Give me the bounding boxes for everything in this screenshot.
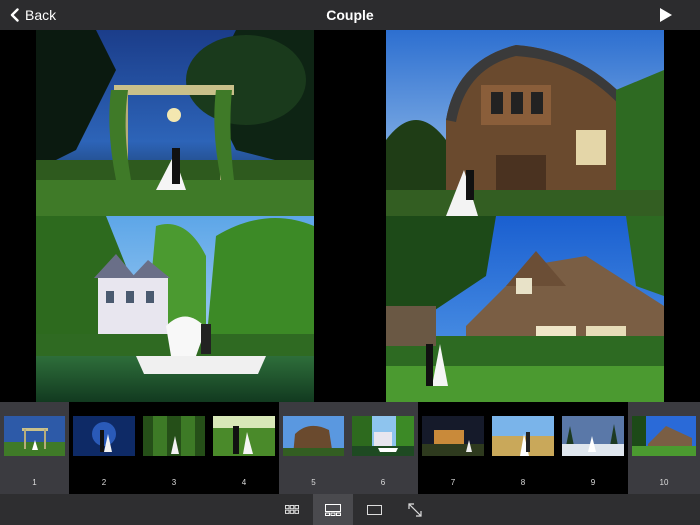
thumbnail-number: 8: [520, 478, 526, 487]
photo-cottage[interactable]: [386, 216, 664, 402]
thumbnail-number: 6: [380, 478, 386, 487]
single-view-icon: [366, 504, 382, 515]
single-view-button[interactable]: [354, 494, 394, 525]
thumbnail-5[interactable]: 5: [279, 402, 348, 494]
thumbnail-3[interactable]: 3: [139, 402, 209, 494]
thumbnail-number: 2: [101, 478, 107, 487]
thumbnail-image: [73, 416, 135, 456]
expand-icon: [408, 502, 422, 517]
back-label: Back: [25, 7, 57, 23]
chevron-left-icon: [10, 8, 19, 22]
thumbnail-8[interactable]: 8: [488, 402, 558, 494]
thumbnail-number: 4: [241, 478, 247, 487]
thumbnail-number: 5: [311, 478, 316, 487]
thumbnail-number: 3: [171, 478, 177, 487]
thumbnail-2[interactable]: 2: [69, 402, 139, 494]
thumbnail-image: [562, 416, 624, 456]
thumbnail-4[interactable]: 4: [209, 402, 279, 494]
fullscreen-button[interactable]: [395, 494, 435, 525]
play-icon[interactable]: [658, 7, 674, 23]
thumbnail-number: 7: [450, 478, 456, 487]
thumbnail-image: [283, 416, 344, 456]
thumbnail-image: [492, 416, 554, 456]
album-spread: [0, 30, 700, 402]
photo-garden-arbor[interactable]: [36, 30, 314, 216]
thumbnail-strip[interactable]: 1 2 3 4 5 6 7 8 9 10: [0, 402, 700, 494]
thumbnail-image: [143, 416, 205, 456]
page-title: Couple: [326, 7, 374, 23]
photo-lake-boat[interactable]: [36, 216, 314, 402]
thumbnail-6[interactable]: 6: [348, 402, 418, 494]
thumbnail-image: [632, 416, 696, 456]
thumbnail-image: [213, 416, 275, 456]
thumbnail-image: [4, 416, 65, 456]
thumbnail-number: 1: [32, 478, 37, 487]
grid-view-button[interactable]: [272, 494, 312, 525]
spread-view-button[interactable]: [313, 494, 353, 525]
thumbnail-1[interactable]: 1: [0, 402, 69, 494]
thumbnail-7[interactable]: 7: [418, 402, 488, 494]
bottom-toolbar: [0, 494, 700, 525]
spread-view-icon: [325, 503, 341, 516]
photo-barn[interactable]: [386, 30, 664, 216]
top-bar: Back Couple: [0, 0, 700, 30]
thumbnail-image: [422, 416, 484, 456]
grid-icon: [285, 505, 299, 514]
thumbnail-number: 10: [659, 478, 669, 487]
back-button[interactable]: Back: [10, 0, 56, 30]
thumbnail-image: [352, 416, 414, 456]
thumbnail-number: 9: [590, 478, 596, 487]
thumbnail-10[interactable]: 10: [628, 402, 700, 494]
thumbnail-9[interactable]: 9: [558, 402, 628, 494]
